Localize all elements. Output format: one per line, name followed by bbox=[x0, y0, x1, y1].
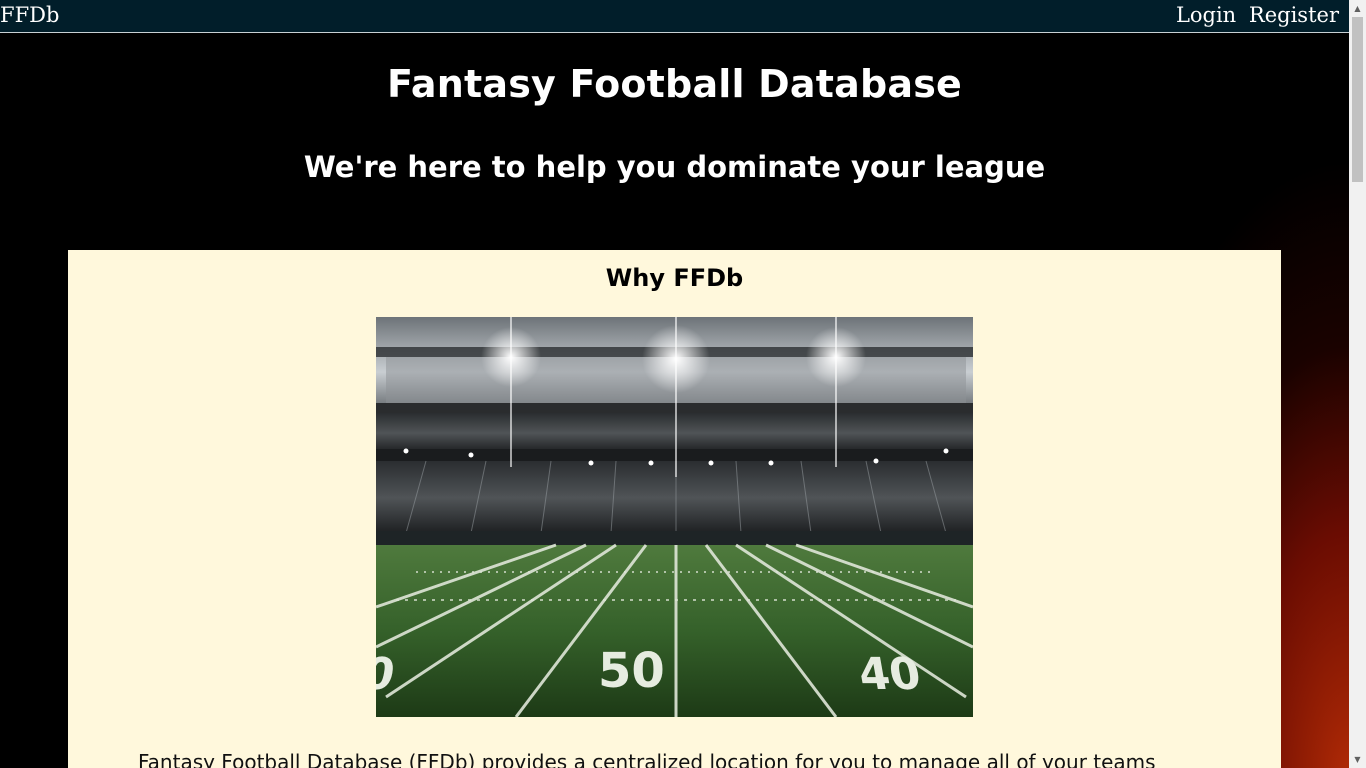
nav-links: Login Register bbox=[1170, 3, 1339, 27]
register-link[interactable]: Register bbox=[1249, 3, 1339, 27]
card-title: Why FFDb bbox=[605, 264, 744, 292]
why-ffdb-card: Why FFDb 50 40 40 Fantasy Football Datab… bbox=[68, 250, 1281, 768]
page-title: Fantasy Football Database bbox=[387, 62, 962, 106]
brand-link[interactable]: FFDb bbox=[0, 3, 59, 27]
svg-text:40: 40 bbox=[855, 649, 925, 700]
scroll-up-arrow-icon[interactable]: ▲ bbox=[1349, 0, 1366, 17]
vertical-scrollbar[interactable]: ▲ ▼ bbox=[1349, 0, 1366, 768]
svg-text:50: 50 bbox=[598, 643, 665, 699]
page-subtitle: We're here to help you dominate your lea… bbox=[303, 150, 1046, 184]
stadium-image: 50 40 40 bbox=[376, 317, 973, 717]
login-link[interactable]: Login bbox=[1176, 3, 1236, 27]
card-description: Fantasy Football Database (FFDb) provide… bbox=[138, 750, 1156, 768]
top-navbar: FFDb Login Register bbox=[0, 0, 1349, 33]
scroll-thumb[interactable] bbox=[1352, 17, 1363, 182]
scroll-down-arrow-icon[interactable]: ▼ bbox=[1349, 751, 1366, 768]
